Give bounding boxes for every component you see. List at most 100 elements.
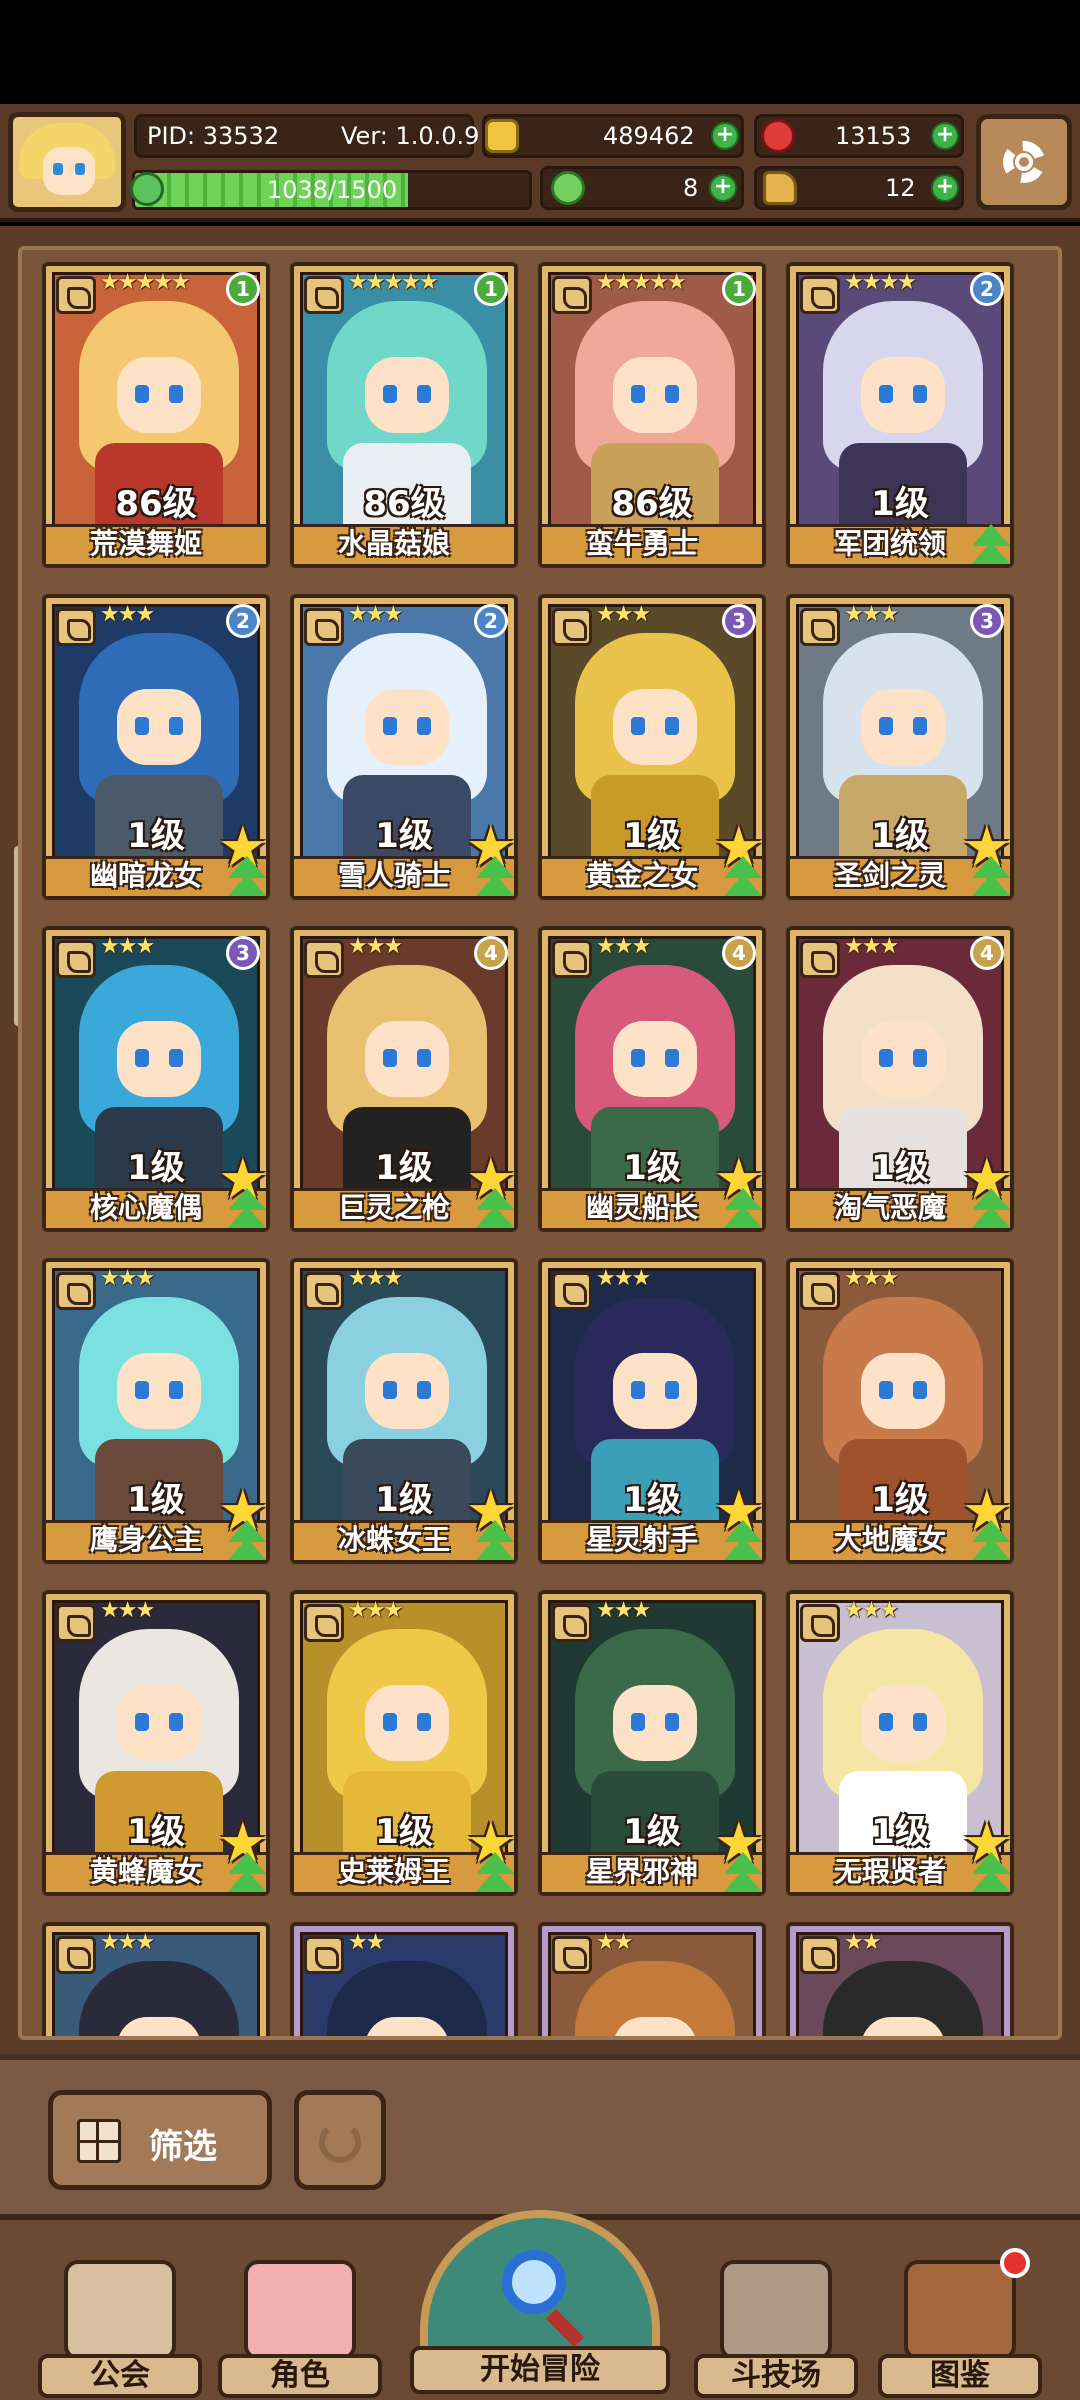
status-bar [0,0,1080,104]
hero-card[interactable]: ★★★ 3 1级 黄金之女 ★ [538,594,766,900]
notification-dot [1000,2248,1030,2278]
nav-codex[interactable]: 图鉴 [878,2248,1042,2400]
hero-card[interactable]: ★★★ 1级 冰蛛女王 ★ [290,1258,518,1564]
add-gold-button[interactable]: + [711,122,739,150]
upgrade-arrow-icon[interactable] [968,524,1014,568]
hero-card[interactable]: ★★★ 1级 黄蜂魔女 ★ [42,1590,270,1896]
gold-pill: 489462 + [482,114,744,158]
hero-card[interactable]: ★★ [786,1922,1014,2036]
hero-level: 86级 [115,484,197,524]
hero-card[interactable]: ★★★ 1级 星灵射手 ★ [538,1258,766,1564]
add-gem-button[interactable]: + [931,122,959,150]
filter-label: 筛选 [149,2127,217,2167]
hero-name: 黄蜂魔女 [89,1855,202,1888]
upgrade-arrow-icon[interactable] [720,1520,766,1564]
add-clover-button[interactable]: + [709,174,737,202]
exp-bar: 1038/1500 [132,170,532,210]
add-hammer-button[interactable]: + [931,174,959,202]
hero-name: 史莱姆王 [337,1855,450,1888]
hero-card[interactable]: ★★★★★ 1 86级 蛮牛勇士 [538,262,766,568]
element-icon [800,608,840,646]
upgrade-arrow-icon[interactable] [968,1852,1014,1896]
nav-arena-label: 斗技场 [694,2354,858,2398]
upgrade-arrow-icon[interactable] [968,1188,1014,1232]
nav-adventure-label: 开始冒险 [410,2346,670,2394]
hero-card[interactable]: ★★★ 4 1级 巨灵之枪 ★ [290,926,518,1232]
hero-card[interactable]: ★★★★★ 1 86级 荒漠舞姬 [42,262,270,568]
hero-card[interactable]: ★★★ 1级 大地魔女 ★ [786,1258,1014,1564]
upgrade-arrow-icon[interactable] [472,1520,518,1564]
hero-name: 水晶菇娘 [337,527,450,560]
hero-stars: ★★★ [100,1266,155,1291]
settings-button[interactable] [976,114,1072,210]
hero-name: 蛮牛勇士 [585,527,698,560]
hero-card[interactable]: ★★★ 1级 星界邪神 ★ [538,1590,766,1896]
nav-character[interactable]: 角色 [218,2260,382,2400]
hero-card[interactable]: ★★★ [42,1922,270,2036]
hero-stars: ★★★★★ [596,270,687,295]
upgrade-arrow-icon[interactable] [224,856,270,900]
upgrade-arrow-icon[interactable] [720,856,766,900]
upgrade-arrow-icon[interactable] [472,1188,518,1232]
upgrade-arrow-icon[interactable] [720,1188,766,1232]
upgrade-arrow-icon[interactable] [224,1852,270,1896]
element-icon [56,608,96,646]
hero-card[interactable]: ★★ [290,1922,518,2036]
upgrade-arrow-icon[interactable] [224,1520,270,1564]
hero-card[interactable]: ★★★ 3 1级 圣剑之灵 ★ [786,594,1014,900]
hero-stars: ★★★★★ [100,270,191,295]
nav-guild-label: 公会 [38,2354,202,2398]
element-icon [800,276,840,314]
element-icon [800,1936,840,1974]
hero-stars: ★★★ [844,602,899,627]
exp-text: 1038/1500 [266,176,398,204]
tier-badge: 3 [722,604,756,638]
hero-card[interactable]: ★★★ 1级 鹰身公主 ★ [42,1258,270,1564]
hero-card[interactable]: ★★★ 3 1级 核心魔偶 ★ [42,926,270,1232]
hero-grid: ★★★★★ 1 86级 荒漠舞姬 ★★★★★ 1 86级 水晶菇娘 ★★★★★ … [18,246,1062,2040]
hero-card[interactable]: ★★★ 1级 史莱姆王 ★ [290,1590,518,1896]
upgrade-arrow-icon[interactable] [472,856,518,900]
hero-panel: ★★★★★ 1 86级 荒漠舞姬 ★★★★★ 1 86级 水晶菇娘 ★★★★★ … [0,226,1080,2056]
element-icon [56,1936,96,1974]
book-icon [904,2260,1016,2360]
element-icon [56,1604,96,1642]
upgrade-arrow-icon[interactable] [472,1852,518,1896]
hero-card[interactable]: ★★★★ 2 1级 军团统领 [786,262,1014,568]
hero-name: 黄金之女 [585,859,698,892]
filter-button[interactable]: 筛选 [48,2090,272,2190]
game-version: Ver: 1.0.0.9 [341,122,480,150]
hero-name: 鹰身公主 [89,1523,202,1556]
hero-name: 巨灵之枪 [337,1191,450,1224]
element-icon [304,1272,344,1310]
gold-coin-icon [485,119,519,153]
upgrade-arrow-icon[interactable] [224,1188,270,1232]
element-icon [304,276,344,314]
top-header: PID: 33532 Ver: 1.0.0.9 489462 + 13153 +… [0,104,1080,222]
hero-card[interactable]: ★★★ 1级 无瑕贤者 ★ [786,1590,1014,1896]
hero-name: 幽灵船长 [585,1191,698,1224]
player-info-pill: PID: 33532 Ver: 1.0.0.9 [134,114,479,158]
hero-card[interactable]: ★★★ 4 1级 淘气恶魔 ★ [786,926,1014,1232]
nav-start-adventure[interactable]: 开始冒险 [410,2210,670,2400]
guild-house-icon [64,2260,176,2360]
player-id: PID: 33532 [147,122,280,150]
player-avatar[interactable] [8,112,126,212]
refresh-button[interactable] [294,2090,386,2190]
nav-guild[interactable]: 公会 [38,2260,202,2400]
upgrade-arrow-icon[interactable] [968,1520,1014,1564]
hero-card[interactable]: ★★ [538,1922,766,2036]
hero-card[interactable]: ★★★ 4 1级 幽灵船长 ★ [538,926,766,1232]
hero-card[interactable]: ★★★ 2 1级 雪人骑士 ★ [290,594,518,900]
nav-character-label: 角色 [218,2354,382,2398]
hero-card[interactable]: ★★★★★ 1 86级 水晶菇娘 [290,262,518,568]
hammer-icon [763,171,797,205]
upgrade-arrow-icon[interactable] [968,856,1014,900]
element-icon [552,1936,592,1974]
nav-arena[interactable]: 斗技场 [694,2260,858,2400]
hero-stars: ★★★ [844,1598,899,1623]
hero-name: 圣剑之灵 [833,859,946,892]
upgrade-arrow-icon[interactable] [720,1852,766,1896]
hero-card[interactable]: ★★★ 2 1级 幽暗龙女 ★ [42,594,270,900]
hero-name: 幽暗龙女 [89,859,202,892]
